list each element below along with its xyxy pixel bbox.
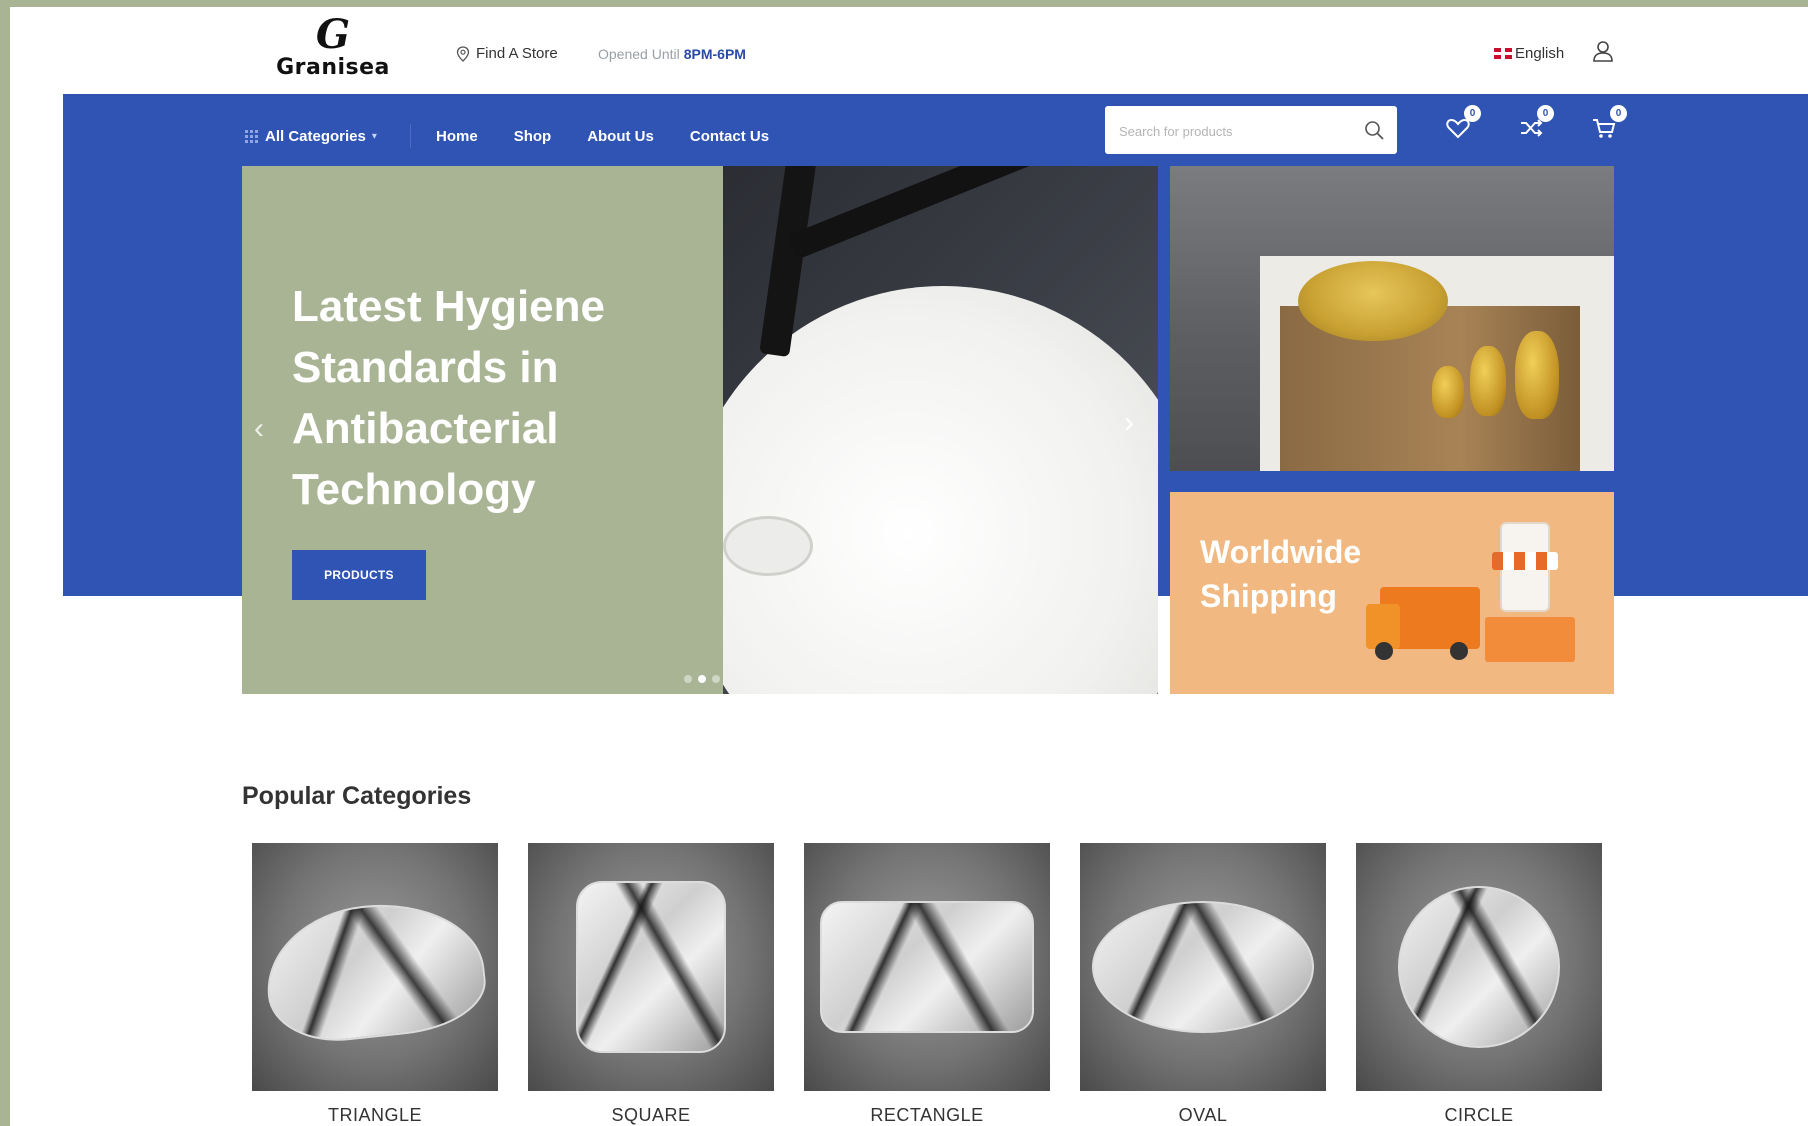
compare-count-badge: 0: [1537, 105, 1554, 122]
category-image: [528, 843, 774, 1091]
all-categories-dropdown[interactable]: All Categories ▾: [245, 128, 377, 145]
store-awning: [1492, 552, 1558, 570]
basin-drain: [723, 516, 813, 576]
nav-divider: [410, 124, 411, 148]
faucet-spout: [787, 166, 1039, 260]
slider-prev-arrow[interactable]: ‹: [254, 412, 264, 446]
wishlist-button[interactable]: 0: [1444, 105, 1481, 142]
category-name: SQUARE: [611, 1105, 691, 1125]
page: G Granisea Find A Store Opened Until 8PM-…: [10, 7, 1808, 1126]
products-button[interactable]: PRODUCTS: [292, 550, 426, 600]
popular-categories-title: Popular Categories: [242, 782, 472, 810]
hero-title: Latest Hygiene Standards in Antibacteria…: [292, 282, 605, 514]
worldwide-shipping-banner[interactable]: Worldwide Shipping: [1170, 492, 1614, 694]
location-pin-icon: [456, 45, 470, 62]
top-bar: G Granisea Find A Store Opened Until 8PM-…: [10, 7, 1808, 95]
user-account-icon[interactable]: [1592, 39, 1614, 63]
slider-dot[interactable]: [684, 675, 692, 683]
cart-count-badge: 0: [1610, 105, 1627, 122]
category-name: OVAL: [1178, 1105, 1228, 1125]
category-card-circle[interactable]: CIRCLE: [1356, 843, 1602, 1126]
gold-pineapple: [1515, 331, 1559, 419]
gold-pineapple: [1470, 346, 1506, 416]
category-card-rectangle[interactable]: RECTANGLE: [804, 843, 1050, 1126]
category-image: [1356, 843, 1602, 1091]
gold-bowl: [1298, 261, 1448, 341]
category-name: TRIANGLE: [327, 1105, 423, 1125]
nav-link-contact[interactable]: Contact Us: [690, 128, 769, 145]
logo[interactable]: G Granisea: [258, 15, 408, 93]
oval-sink: [1092, 901, 1314, 1033]
parcel-boxes: [1485, 617, 1575, 662]
category-card-triangle[interactable]: TRIANGLE: [252, 843, 498, 1126]
hours-value: 8PM-6PM: [683, 46, 746, 62]
category-card-square[interactable]: SQUARE: [528, 843, 774, 1126]
nav-link-home[interactable]: Home: [436, 128, 478, 145]
search-box: [1105, 106, 1397, 154]
category-name: CIRCLE: [1444, 1105, 1514, 1125]
category-image: [252, 843, 498, 1091]
store-hours: Opened Until 8PM-6PM: [598, 46, 746, 62]
nav-menu: Home Shop About Us Contact Us: [436, 128, 769, 145]
grid-icon: [245, 129, 259, 144]
nav-link-shop[interactable]: Shop: [514, 128, 552, 145]
cart-button[interactable]: 0: [1590, 105, 1627, 142]
category-image: [804, 843, 1050, 1091]
gold-basin-banner[interactable]: [1170, 166, 1614, 471]
category-card-oval[interactable]: OVAL: [1080, 843, 1326, 1126]
category-image: [1080, 843, 1326, 1091]
truck-wheel: [1375, 642, 1393, 660]
hours-label: Opened Until: [598, 46, 680, 62]
triangle-sink: [259, 893, 491, 1049]
search-input[interactable]: [1119, 120, 1349, 142]
wishlist-count-badge: 0: [1464, 105, 1481, 122]
language-switcher[interactable]: English: [1494, 45, 1564, 62]
find-store-link[interactable]: Find A Store: [456, 45, 558, 62]
uk-flag-icon: [1494, 48, 1512, 59]
all-categories-label: All Categories: [265, 128, 366, 145]
category-grid: TRIANGLE SQUARE RECTANGLE OVAL CIRCLE: [252, 843, 1602, 1126]
main-nav: All Categories ▾ Home Shop About Us Cont…: [10, 94, 1808, 164]
category-name: RECTANGLE: [870, 1105, 984, 1125]
rectangle-sink: [820, 901, 1034, 1033]
gold-pineapple: [1432, 366, 1464, 418]
nav-link-about[interactable]: About Us: [587, 128, 654, 145]
circle-sink: [1398, 886, 1560, 1048]
slider-dots: [684, 675, 720, 683]
language-label: English: [1515, 45, 1565, 62]
logo-text: Granisea: [276, 55, 390, 80]
truck-wheel: [1450, 642, 1468, 660]
slider-dot[interactable]: [712, 675, 720, 683]
hero-sink-image: [723, 166, 1158, 694]
square-sink: [576, 881, 726, 1053]
slider-next-arrow[interactable]: ›: [1124, 406, 1134, 440]
slider-dot-active[interactable]: [698, 675, 706, 683]
chevron-down-icon: ▾: [371, 131, 377, 142]
search-icon[interactable]: [1363, 119, 1385, 141]
find-store-label: Find A Store: [476, 45, 558, 62]
hero-slider: Latest Hygiene Standards in Antibacteria…: [242, 166, 1158, 694]
logo-mark: G: [315, 11, 351, 58]
compare-button[interactable]: 0: [1517, 105, 1554, 142]
